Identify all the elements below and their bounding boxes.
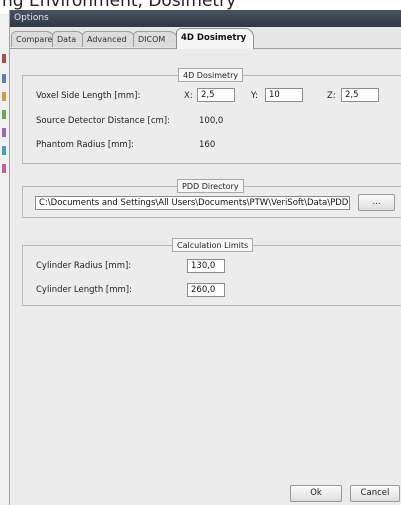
group-legend: PDD Directory <box>177 179 244 193</box>
y-label: Y: <box>251 91 258 101</box>
cancel-button[interactable]: Cancel <box>350 485 400 502</box>
options-dialog: Options Compare Data Advanced DICOM 4D D… <box>9 10 401 505</box>
cylinder-length-label: Cylinder Length [mm]: <box>36 285 132 295</box>
pdd-directory-input[interactable]: C:\Documents and Settings\All Users\Docu… <box>35 196 350 210</box>
voxel-y-input[interactable]: 10 <box>265 88 303 102</box>
source-detector-distance-value: 100,0 <box>199 116 224 126</box>
accent-swatch <box>2 164 6 173</box>
cylinder-length-input[interactable]: 260,0 <box>187 283 225 297</box>
group-4d-dosimetry: 4D Dosimetry Voxel Side Length [mm]: X: … <box>22 68 401 164</box>
x-label: X: <box>184 91 193 101</box>
accent-swatch <box>2 110 6 119</box>
browse-button[interactable]: ... <box>358 194 395 211</box>
phantom-radius-value: 160 <box>199 140 216 150</box>
ok-button[interactable]: Ok <box>290 485 342 502</box>
group-calculation-limits: Calculation Limits Cylinder Radius [mm]:… <box>22 238 401 306</box>
cylinder-radius-input[interactable]: 130,0 <box>187 259 225 273</box>
phantom-radius-label: Phantom Radius [mm]: <box>36 140 134 150</box>
cylinder-radius-label: Cylinder Radius [mm]: <box>36 261 132 271</box>
tab-data[interactable]: Data <box>52 31 85 47</box>
group-legend: 4D Dosimetry <box>178 68 244 82</box>
accent-swatch <box>2 74 6 83</box>
voxel-x-input[interactable]: 2,5 <box>197 88 235 102</box>
group-legend: Calculation Limits <box>172 238 254 252</box>
z-label: Z: <box>327 91 336 101</box>
tab-compare[interactable]: Compare <box>11 31 55 47</box>
voxel-side-length-label: Voxel Side Length [mm]: <box>36 91 141 101</box>
voxel-z-input[interactable]: 2,5 <box>341 88 379 102</box>
group-pdd-directory: PDD Directory C:\Documents and Settings\… <box>22 179 401 218</box>
accent-swatch <box>2 54 6 63</box>
dialog-titlebar[interactable]: Options <box>10 10 401 27</box>
accent-swatch <box>2 128 6 137</box>
accent-swatch <box>2 92 6 101</box>
tab-strip: Compare Data Advanced DICOM 4D Dosimetry <box>10 27 401 49</box>
tab-4d-dosimetry[interactable]: 4D Dosimetry <box>176 28 254 49</box>
tab-content-panel: 4D Dosimetry Voxel Side Length [mm]: X: … <box>10 49 401 505</box>
accent-swatch <box>2 146 6 155</box>
source-detector-distance-label: Source Detector Distance [cm]: <box>36 116 170 126</box>
tab-advanced[interactable]: Advanced <box>82 31 136 47</box>
tab-dicom[interactable]: DICOM <box>133 31 178 47</box>
